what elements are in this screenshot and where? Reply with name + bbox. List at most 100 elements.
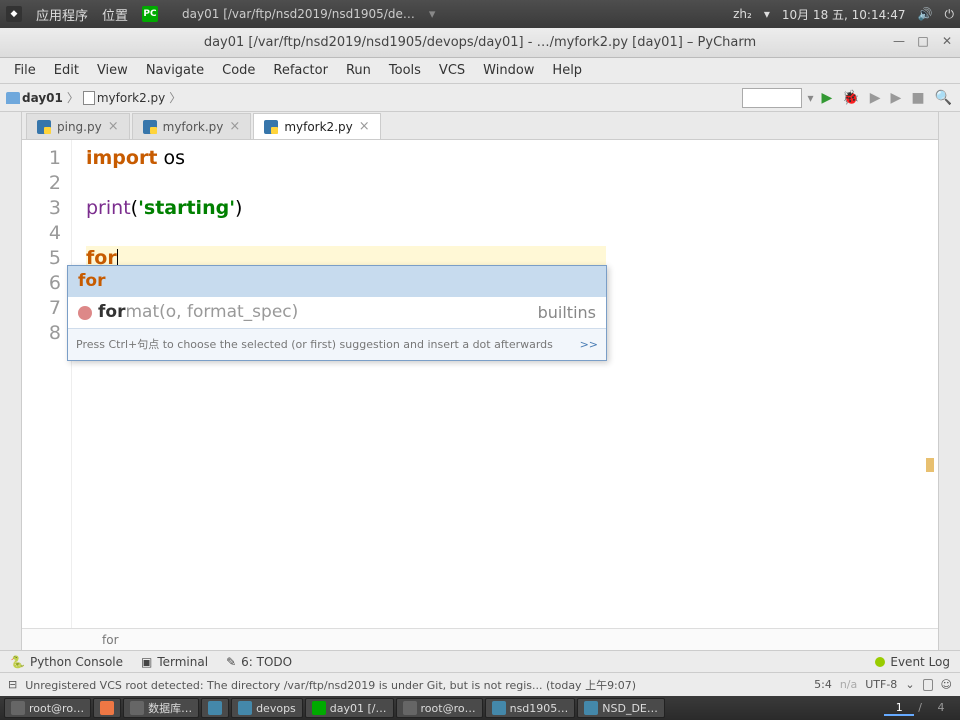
python-file-icon <box>143 120 157 134</box>
error-stripe-mark[interactable] <box>926 458 934 472</box>
file-icon <box>83 91 95 105</box>
run-button[interactable]: ▶ <box>820 90 835 106</box>
completion-origin: builtins <box>538 300 596 325</box>
navigation-bar: day01 〉 myfork2.py 〉 ▾ ▶ 🐞 ▶ ▶ ■ 🔍 <box>0 84 960 112</box>
clock[interactable]: 10月 18 五, 10:14:47 <box>782 6 906 23</box>
task-files1[interactable] <box>201 698 229 718</box>
line-numbers: 1 2 3 4 5 6 7 8 <box>22 140 72 628</box>
menu-window[interactable]: Window <box>475 60 542 81</box>
menu-navigate[interactable]: Navigate <box>138 60 212 81</box>
file-encoding[interactable]: UTF-8 <box>865 678 897 691</box>
status-bar: ⊟ Unregistered VCS root detected: The di… <box>0 672 960 696</box>
files-icon <box>584 701 598 715</box>
code-editor[interactable]: 1 2 3 4 5 6 7 8 import os print('startin… <box>22 140 938 628</box>
workspace-switcher[interactable]: 1 / 4 <box>884 701 956 716</box>
menu-tools[interactable]: Tools <box>381 60 429 81</box>
tab-label: myfork2.py <box>284 120 352 134</box>
files-icon <box>208 701 222 715</box>
breadcrumb[interactable]: day01 〉 myfork2.py 〉 <box>6 89 183 106</box>
tab-myfork[interactable]: myfork.py × <box>132 113 252 139</box>
left-tool-stripe[interactable] <box>0 112 22 650</box>
status-message-icon: ⊟ <box>8 678 17 691</box>
completion-popup[interactable]: for format(o, format_spec) builtins Pres… <box>67 265 607 361</box>
menu-code[interactable]: Code <box>214 60 263 81</box>
menu-vcs[interactable]: VCS <box>431 60 473 81</box>
tab-label: myfork.py <box>163 120 224 134</box>
task-pycharm[interactable]: day01 [/… <box>305 698 394 718</box>
task-database[interactable]: 数据库… <box>123 698 199 718</box>
caret-position[interactable]: 5:4 <box>814 678 832 691</box>
completion-hint: Press Ctrl+句点 to choose the selected (or… <box>68 328 606 360</box>
app-icon <box>130 701 144 715</box>
minimize-button[interactable]: — <box>892 34 906 48</box>
firefox-icon <box>100 701 114 715</box>
window-title: day01 [/var/ftp/nsd2019/nsd1905/devops/d… <box>204 35 756 50</box>
task-firefox[interactable] <box>93 698 121 718</box>
close-icon[interactable]: × <box>359 119 370 134</box>
function-icon <box>78 306 92 320</box>
run-config-combo[interactable] <box>742 88 802 108</box>
tab-ping[interactable]: ping.py × <box>26 113 130 139</box>
code-area[interactable]: import os print('starting') for for form… <box>72 140 938 628</box>
menu-refactor[interactable]: Refactor <box>265 60 336 81</box>
volume-icon[interactable]: 🔊 <box>918 7 933 21</box>
right-tool-stripe[interactable] <box>938 112 960 650</box>
menu-file[interactable]: File <box>6 60 44 81</box>
status-message[interactable]: Unregistered VCS root detected: The dire… <box>25 677 806 693</box>
lock-icon[interactable] <box>923 679 933 691</box>
todo-icon: ✎ <box>226 655 236 669</box>
main-menu: File Edit View Navigate Code Refactor Ru… <box>0 58 960 84</box>
system-menubar: ◆ 应用程序 位置 PC day01 [/var/ftp/nsd2019/nsd… <box>0 0 960 28</box>
task-files3[interactable]: NSD_DE… <box>577 698 665 718</box>
completion-item-for[interactable]: for <box>68 266 606 297</box>
tool-python-console[interactable]: 🐍 Python Console <box>10 655 123 669</box>
python-file-icon <box>264 120 278 134</box>
breadcrumb-file[interactable]: myfork2.py <box>97 91 165 105</box>
folder-icon <box>6 92 20 104</box>
stop-button[interactable]: ■ <box>909 90 926 106</box>
editor-breadcrumb: for <box>22 628 938 650</box>
hint-more-link[interactable]: >> <box>580 332 598 357</box>
files-icon <box>238 701 252 715</box>
tab-label: ping.py <box>57 120 102 134</box>
tool-event-log[interactable]: Event Log <box>875 655 950 669</box>
active-window-title: day01 [/var/ftp/nsd2019/nsd1905/de… <box>182 7 415 21</box>
completion-item-format[interactable]: format(o, format_spec) builtins <box>68 297 606 328</box>
files-icon <box>492 701 506 715</box>
tab-myfork2[interactable]: myfork2.py × <box>253 113 380 139</box>
pycharm-icon <box>312 701 326 715</box>
task-terminal2[interactable]: root@ro… <box>396 698 483 718</box>
activities-icon[interactable]: ◆ <box>6 6 22 22</box>
close-icon[interactable]: × <box>229 119 240 134</box>
line-separator[interactable]: n/a <box>840 678 857 691</box>
debug-button[interactable]: 🐞 <box>840 90 861 106</box>
window-titlebar: day01 [/var/ftp/nsd2019/nsd1905/devops/d… <box>0 28 960 58</box>
editor-tabs: ping.py × myfork.py × myfork2.py × <box>22 112 938 140</box>
tool-terminal[interactable]: ▣ Terminal <box>141 655 208 669</box>
input-method[interactable]: zh₂ <box>733 7 752 21</box>
menu-places[interactable]: 位置 <box>102 5 128 24</box>
desktop-taskbar: root@ro… 数据库… devops day01 [/… root@ro… … <box>0 696 960 720</box>
run-coverage-button[interactable]: ▶ <box>868 90 883 106</box>
search-everywhere-icon[interactable]: 🔍 <box>933 90 954 106</box>
tool-todo[interactable]: ✎ 6: TODO <box>226 655 292 669</box>
menu-run[interactable]: Run <box>338 60 379 81</box>
terminal-icon <box>11 701 25 715</box>
close-icon[interactable]: × <box>108 119 119 134</box>
task-devops[interactable]: devops <box>231 698 303 718</box>
tool-window-bar: 🐍 Python Console ▣ Terminal ✎ 6: TODO Ev… <box>0 650 960 672</box>
close-button[interactable]: ✕ <box>940 34 954 48</box>
profile-button[interactable]: ▶ <box>889 90 904 106</box>
menu-edit[interactable]: Edit <box>46 60 87 81</box>
menu-applications[interactable]: 应用程序 <box>36 5 88 24</box>
hector-icon[interactable]: ☺ <box>941 678 952 691</box>
maximize-button[interactable]: □ <box>916 34 930 48</box>
menu-view[interactable]: View <box>89 60 136 81</box>
pycharm-icon[interactable]: PC <box>142 6 158 22</box>
task-files2[interactable]: nsd1905… <box>485 698 576 718</box>
task-terminal1[interactable]: root@ro… <box>4 698 91 718</box>
menu-help[interactable]: Help <box>544 60 590 81</box>
breadcrumb-folder[interactable]: day01 <box>22 91 63 105</box>
power-icon[interactable]: ⏻ <box>945 7 955 22</box>
python-icon: 🐍 <box>10 655 25 669</box>
